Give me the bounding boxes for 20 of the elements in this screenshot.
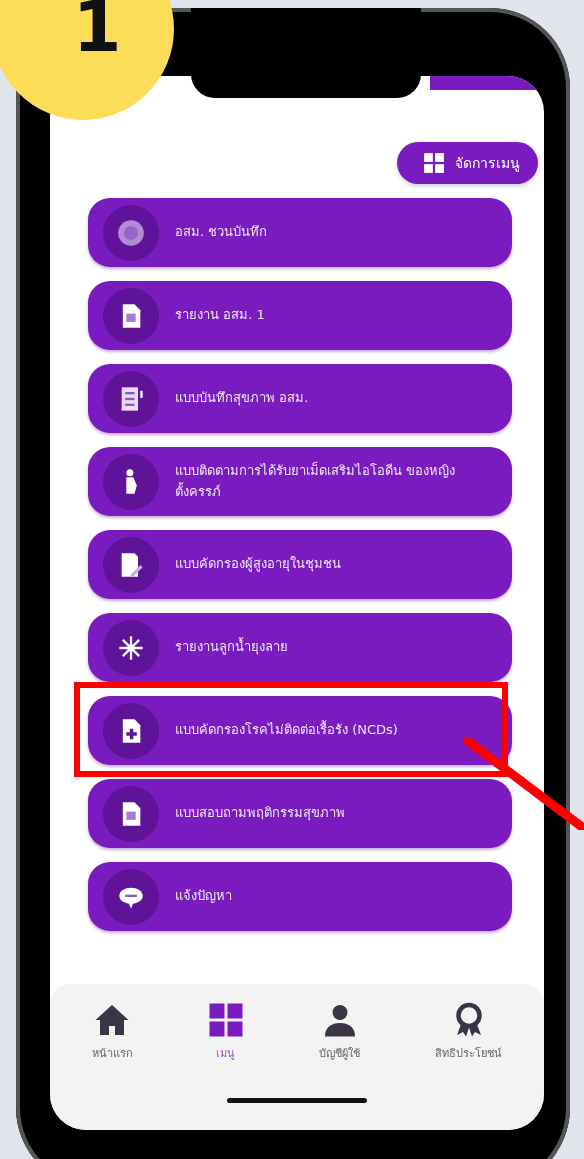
nav-tab[interactable]: เมนู	[207, 1002, 244, 1062]
splash-icon	[117, 633, 145, 662]
nav-tab[interactable]: สิทธิประโยชน์	[435, 1002, 503, 1062]
menu-item[interactable]: แบบบันทึกสุขภาพ อสม.	[88, 364, 512, 433]
grid-icon	[207, 1002, 244, 1038]
menu-item[interactable]: รายงานลูกน้ำยุงลาย	[88, 613, 512, 682]
menu-item[interactable]: แจ้งปัญหา	[88, 862, 512, 931]
menu-item[interactable]: แบบคัดกรองโรคไม่ติดต่อเรื้อรัง (NCDs)	[88, 696, 512, 765]
emblem-icon	[117, 218, 145, 247]
menu-item[interactable]: แบบติดตามการได้รับยาเม็ดเสริมไอโอดีน ของหญิงตั้งครรภ์	[88, 447, 512, 516]
manage-menu-button[interactable]: จัดการเมนู	[397, 142, 538, 184]
menu-item[interactable]: รายงาน อสม. 1	[88, 281, 512, 350]
menu-item[interactable]: แบบคัดกรองผู้สูงอายุในชุมชน	[88, 530, 512, 599]
grid-icon	[423, 152, 445, 174]
step-badge: 1	[0, 0, 174, 120]
menu-item[interactable]: แบบสอบถามพฤติกรรมสุขภาพ	[88, 779, 512, 848]
nav-tab[interactable]: บัญชีผู้ใช้	[319, 1002, 361, 1062]
home-icon	[94, 1002, 131, 1038]
menu-item[interactable]: อสม. ชวนบันทึก	[88, 198, 512, 267]
nav-tab[interactable]: หน้าแรก	[91, 1002, 133, 1062]
